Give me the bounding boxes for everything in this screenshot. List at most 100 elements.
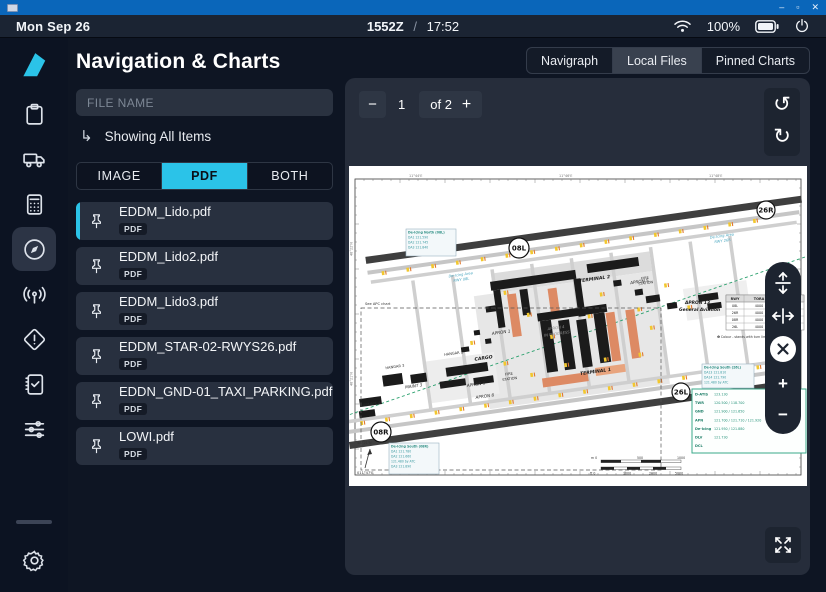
- svg-text:123.130: 123.130: [714, 393, 728, 397]
- svg-text:DA2 121.745: DA2 121.745: [408, 241, 428, 245]
- local-time: 17:52: [427, 19, 460, 34]
- page-total-label: of 2: [430, 97, 452, 112]
- type-tab-image[interactable]: IMAGE: [77, 163, 161, 189]
- file-item[interactable]: EDDM_Lido3.pdfPDF: [76, 292, 333, 330]
- sidebar-item-filters[interactable]: [12, 407, 56, 451]
- svg-text:1000: 1000: [677, 456, 685, 460]
- file-item[interactable]: EDDN_GND-01_TAXI_PARKING.pdfPDF: [76, 382, 333, 420]
- file-name: EDDM_Lido2.pdf: [119, 250, 218, 264]
- pin-icon: [89, 392, 104, 411]
- sidebar-item-radio[interactable]: [12, 272, 56, 316]
- svg-text:121.480 by ATC: 121.480 by ATC: [391, 460, 415, 464]
- svg-text:48°21'N: 48°21'N: [357, 441, 372, 445]
- power-icon[interactable]: [794, 18, 810, 34]
- app-root: Navigation & Charts ↳ Showing All Items …: [0, 38, 826, 592]
- file-name: EDDM_STAR-02-RWYS26.pdf: [119, 340, 296, 354]
- svg-text:011°47'E: 011°47'E: [357, 471, 374, 475]
- file-name: EDDM_Lido.pdf: [119, 205, 211, 219]
- status-date: Mon Sep 26: [16, 19, 90, 34]
- type-tab-pdf[interactable]: PDF: [161, 163, 246, 189]
- page-decrement-button[interactable]: −: [359, 91, 386, 118]
- svg-text:121.700 / 121.710 / 121.920: 121.700 / 121.710 / 121.920: [714, 418, 761, 422]
- pin-icon: [89, 257, 104, 276]
- svg-text:121.900 / 121.650: 121.900 / 121.650: [714, 410, 744, 414]
- svg-text:APN: APN: [695, 418, 703, 422]
- file-type-badge: PDF: [119, 268, 147, 280]
- svg-text:DA3 121.890: DA3 121.890: [391, 465, 411, 469]
- svg-text:08R: 08R: [373, 429, 389, 437]
- svg-text:48°22'N: 48°22'N: [350, 242, 354, 256]
- minimize-button[interactable]: –: [779, 3, 784, 12]
- filter-status-row: ↳ Showing All Items: [80, 127, 333, 145]
- fullscreen-button[interactable]: [765, 527, 801, 563]
- type-tab-both[interactable]: BOTH: [247, 163, 332, 189]
- status-bar: Mon Sep 26 1552Z / 17:52 100%: [0, 15, 826, 38]
- expand-icon: [773, 535, 793, 555]
- pdf-viewer-panel: − 1 of 2 + ↺ ↻ 11°44'E11°46'E11°48'E48°2…: [345, 78, 810, 575]
- file-item[interactable]: LOWI.pdfPDF: [76, 427, 333, 465]
- nav-charts-panel: Navigation & Charts ↳ Showing All Items …: [68, 38, 345, 592]
- svg-text:08L: 08L: [732, 304, 738, 308]
- zoom-in-button[interactable]: +: [778, 374, 788, 394]
- source-tab-navigraph[interactable]: Navigraph: [527, 48, 612, 73]
- svg-text:5000: 5000: [675, 472, 683, 476]
- svg-text:4000: 4000: [755, 325, 763, 329]
- chart-canvas[interactable]: 11°44'E11°46'E11°48'E48°22'N48°21'N: [349, 166, 807, 486]
- sidebar-item-vehicle[interactable]: [12, 137, 56, 181]
- svg-text:500: 500: [637, 456, 643, 460]
- battery-percent: 100%: [707, 19, 740, 34]
- close-button[interactable]: ✕: [811, 3, 819, 12]
- source-tab-pinned-charts[interactable]: Pinned Charts: [701, 48, 809, 73]
- maximize-button[interactable]: ▫: [796, 3, 799, 12]
- sidebar-item-checklist[interactable]: [12, 362, 56, 406]
- file-type-badge: PDF: [119, 358, 147, 370]
- svg-text:De-Icing South (26L): De-Icing South (26L): [704, 366, 742, 370]
- sidebar-item-navigation[interactable]: [12, 227, 56, 271]
- alert-diamond-icon: [22, 327, 47, 352]
- svg-text:APRON 13: APRON 13: [684, 300, 710, 306]
- sidebar-item-settings[interactable]: [12, 540, 56, 580]
- fit-height-button[interactable]: [774, 271, 792, 295]
- file-type-tabs: IMAGEPDFBOTH: [76, 162, 333, 190]
- svg-text:DA1 121.780: DA1 121.780: [391, 450, 411, 454]
- rotate-cw-button[interactable]: ↻: [773, 122, 791, 154]
- file-list: EDDM_Lido.pdfPDFEDDM_Lido2.pdfPDFEDDM_Li…: [76, 202, 333, 465]
- window-titlebar: – ▫ ✕: [0, 0, 826, 15]
- svg-text:De-Icing North (08L): De-Icing North (08L): [408, 231, 445, 235]
- file-item[interactable]: EDDM_Lido.pdf PDF: [76, 202, 333, 240]
- file-item[interactable]: EDDM_Lido2.pdf PDF: [76, 247, 333, 285]
- svg-text:DA13 121.810: DA13 121.810: [704, 371, 726, 375]
- sidebar: [0, 38, 68, 592]
- pin-icon: [89, 212, 104, 231]
- pin-icon: [89, 347, 104, 366]
- svg-text:4000: 4000: [755, 311, 763, 315]
- file-item[interactable]: EDDM_STAR-02-RWYS26.pdf PDF: [76, 337, 333, 375]
- current-page-number: 1: [398, 97, 405, 112]
- wifi-icon: [673, 19, 692, 33]
- file-name-search-input[interactable]: [76, 89, 333, 116]
- sidebar-item-calculator[interactable]: [12, 182, 56, 226]
- sidebar-item-clipboard[interactable]: [12, 92, 56, 136]
- sidebar-item-alerts[interactable]: [12, 317, 56, 361]
- svg-text:121.480 by ATC: 121.480 by ATC: [704, 381, 728, 385]
- pin-icon: [89, 437, 104, 456]
- file-name: LOWI.pdf: [119, 430, 174, 444]
- page-increment-button[interactable]: +: [462, 96, 471, 114]
- svg-text:120.500 / 118.700: 120.500 / 118.700: [714, 401, 744, 405]
- file-type-badge: PDF: [119, 223, 147, 235]
- source-tab-local-files[interactable]: Local Files: [612, 48, 701, 73]
- svg-text:4000: 4000: [755, 318, 763, 322]
- svg-text:11°44'E: 11°44'E: [409, 174, 422, 178]
- svg-text:121.950 / 121.880: 121.950 / 121.880: [714, 427, 744, 431]
- filter-status-text: Showing All Items: [105, 129, 212, 144]
- file-type-badge: PDF: [119, 403, 147, 415]
- pin-icon: [89, 302, 104, 321]
- close-chart-button[interactable]: [770, 336, 796, 362]
- svg-text:De-Icing South (08R): De-Icing South (08R): [391, 445, 429, 449]
- svg-text:1000: 1000: [623, 472, 631, 476]
- battery-icon: [755, 20, 779, 33]
- page-controls: − 1 of 2 +: [359, 91, 482, 118]
- rotate-ccw-button[interactable]: ↺: [773, 90, 791, 122]
- zoom-out-button[interactable]: −: [778, 405, 788, 425]
- fit-width-button[interactable]: [771, 307, 795, 325]
